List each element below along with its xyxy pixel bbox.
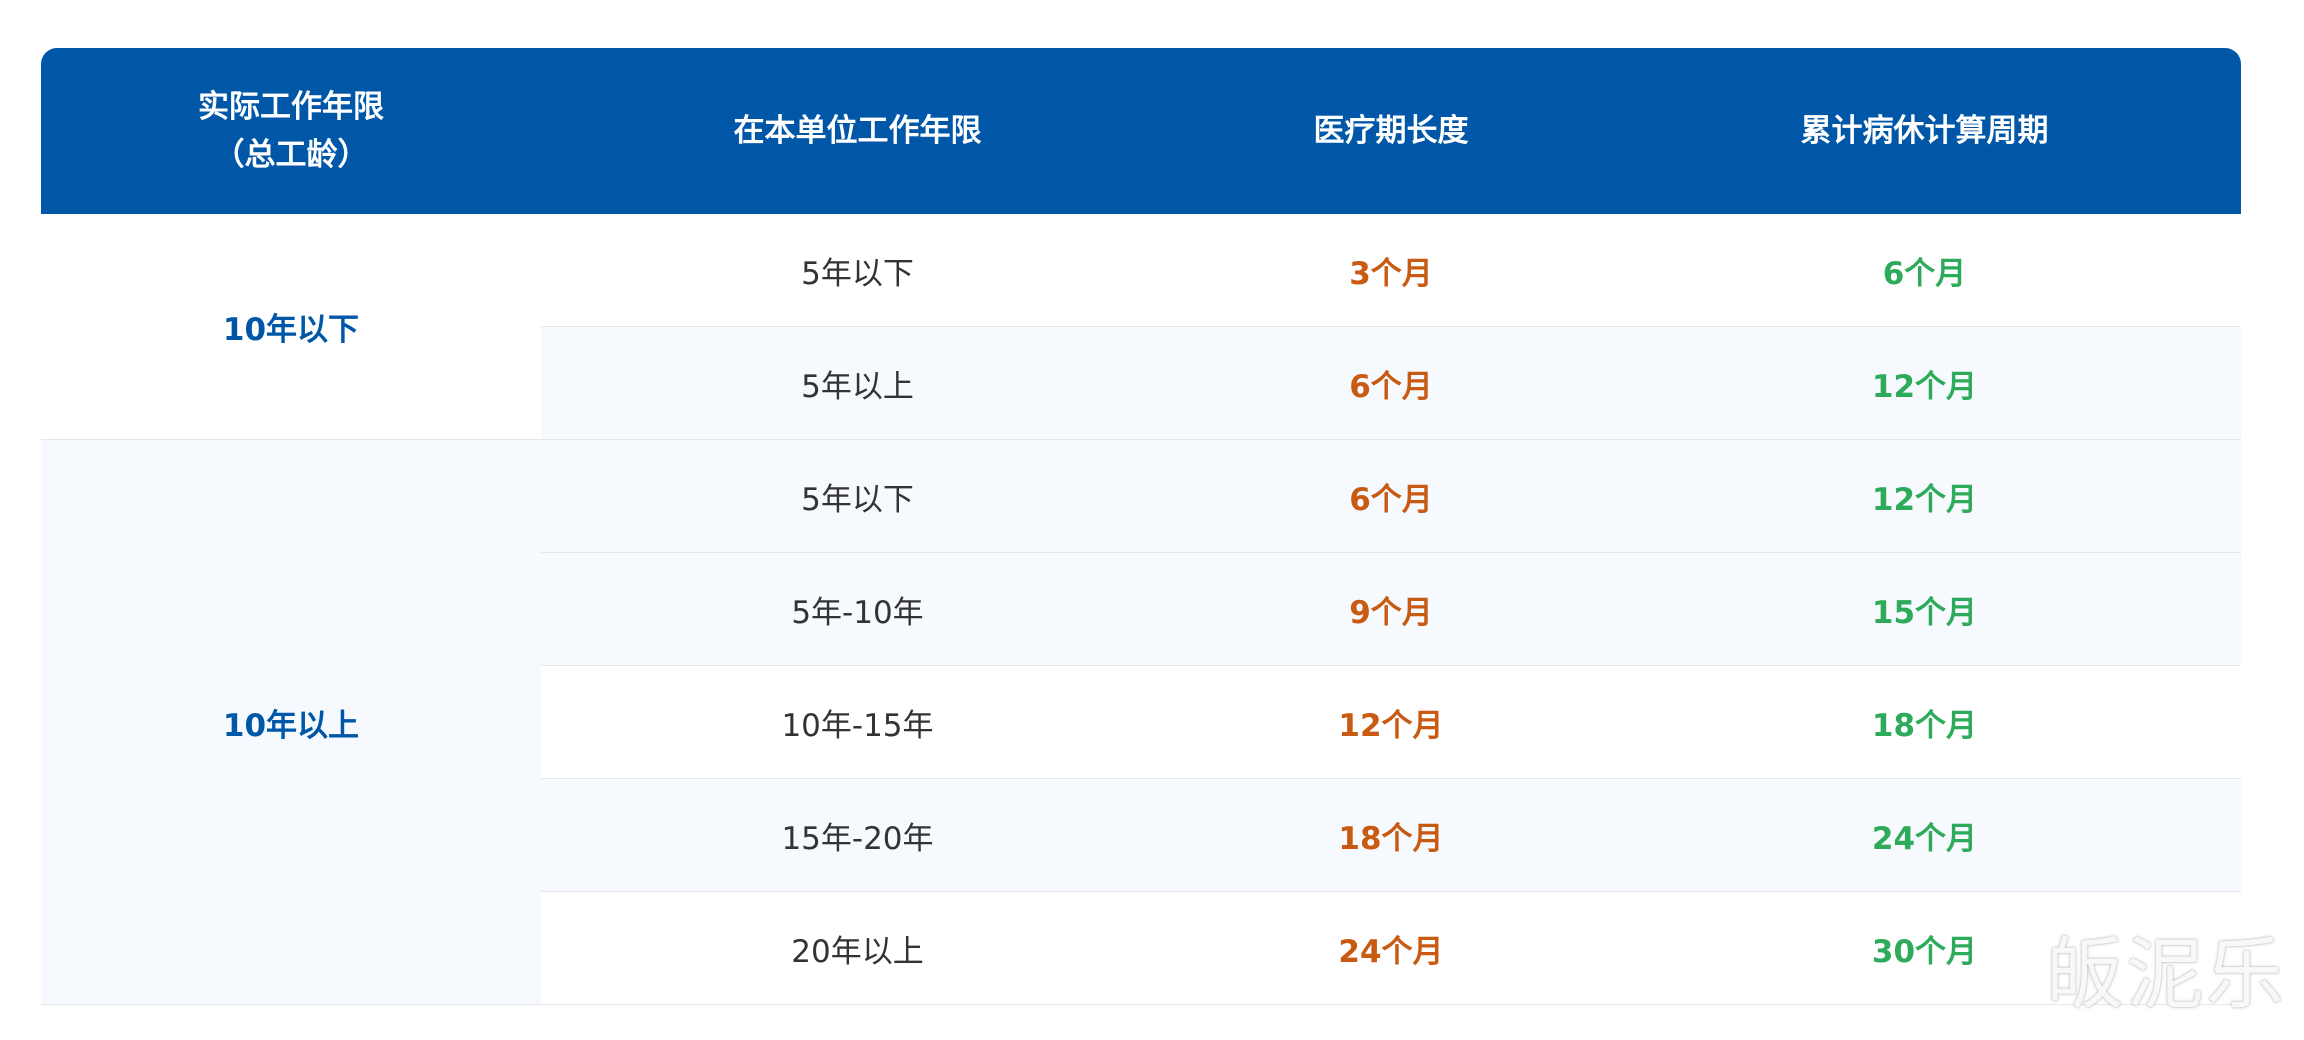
cycle-cell: 24个月	[1608, 778, 2241, 892]
medical-period-cell: 24个月	[1174, 891, 1608, 1005]
tenure-cell: 20年以上	[541, 891, 1174, 1005]
group-cell: 10年以上	[41, 439, 541, 1005]
medical-period-cell: 12个月	[1174, 665, 1608, 779]
medical-period-cell: 3个月	[1174, 214, 1608, 327]
tenure-cell: 15年-20年	[541, 778, 1174, 892]
medical-period-cell: 18个月	[1174, 778, 1608, 892]
table-row: 10年以上 5年以下 6个月 12个月	[41, 439, 2241, 1005]
cycle-cell: 15个月	[1608, 552, 2241, 666]
header-unit-work-years: 在本单位工作年限	[541, 48, 1174, 214]
group-label: 10年以上	[222, 707, 360, 744]
header-medical-period: 医疗期长度	[1174, 48, 1608, 214]
header-actual-work-years-line2: （总工龄）	[213, 137, 369, 173]
header-row: 实际工作年限 （总工龄） 在本单位工作年限 医疗期长度 累计病休计算周期	[41, 48, 2241, 214]
group-cell: 10年以下	[41, 214, 541, 440]
tenure-cell: 5年以下	[541, 214, 1174, 327]
tenure-cell: 5年以上	[541, 326, 1174, 440]
tenure-cell: 10年-15年	[541, 665, 1174, 779]
medical-period-cell: 6个月	[1174, 326, 1608, 440]
cycle-cell: 12个月	[1608, 439, 2241, 553]
header-sick-leave-cycle: 累计病休计算周期	[1608, 48, 2241, 214]
table-row: 10年以下 5年以下 3个月 6个月	[41, 214, 2241, 440]
group-label: 10年以下	[222, 312, 360, 348]
medical-period-table: 实际工作年限 （总工龄） 在本单位工作年限 医疗期长度 累计病休计算周期 10年…	[41, 48, 2241, 1005]
medical-period-table-wrapper: 实际工作年限 （总工龄） 在本单位工作年限 医疗期长度 累计病休计算周期 10年…	[41, 48, 2241, 1005]
tenure-cell: 5年-10年	[541, 552, 1174, 666]
cycle-cell: 18个月	[1608, 665, 2241, 779]
header-actual-work-years: 实际工作年限 （总工龄）	[41, 48, 541, 214]
header-actual-work-years-line1: 实际工作年限	[198, 88, 384, 125]
medical-period-cell: 6个月	[1174, 439, 1608, 553]
medical-period-cell: 9个月	[1174, 552, 1608, 666]
cycle-cell: 6个月	[1608, 214, 2241, 327]
watermark-logo: 皈泥乐	[2046, 930, 2287, 1020]
cycle-cell: 12个月	[1608, 326, 2241, 440]
table-header: 实际工作年限 （总工龄） 在本单位工作年限 医疗期长度 累计病休计算周期	[41, 48, 2241, 214]
table-body: 10年以下 5年以下 3个月 6个月 5年以上 6个月 12个月 10年以上 5…	[41, 214, 2241, 1005]
tenure-cell: 5年以下	[541, 439, 1174, 553]
